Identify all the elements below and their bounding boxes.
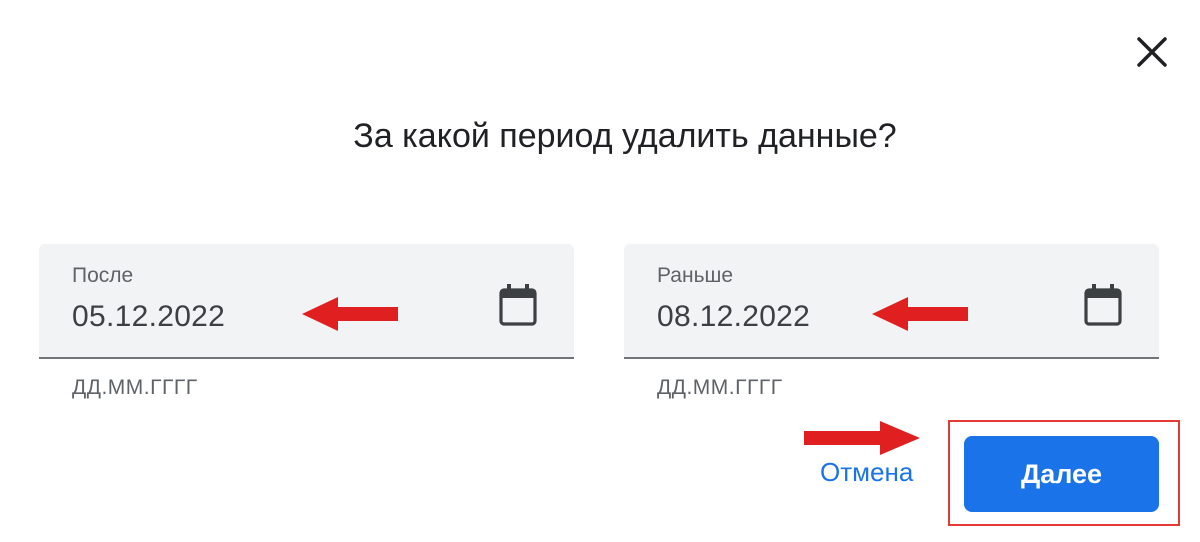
before-date-value[interactable]: 08.12.2022	[657, 300, 810, 334]
after-date-format-hint: ДД.ММ.ГГГГ	[72, 376, 198, 399]
dialog-title: За какой период удалить данные?	[353, 117, 897, 155]
close-button[interactable]	[1128, 28, 1176, 76]
after-date-label: После	[72, 264, 134, 287]
before-date-format-hint: ДД.ММ.ГГГГ	[657, 376, 783, 399]
before-date-label: Раньше	[657, 264, 734, 287]
next-button[interactable]: Далее	[964, 436, 1159, 512]
calendar-icon[interactable]	[496, 282, 540, 328]
close-icon	[1137, 37, 1167, 67]
annotation-arrow-left-icon	[302, 297, 398, 331]
annotation-arrow-left-icon	[872, 297, 968, 331]
after-date-value[interactable]: 05.12.2022	[72, 300, 225, 334]
cancel-button[interactable]: Отмена	[806, 446, 927, 498]
calendar-icon[interactable]	[1081, 282, 1125, 328]
